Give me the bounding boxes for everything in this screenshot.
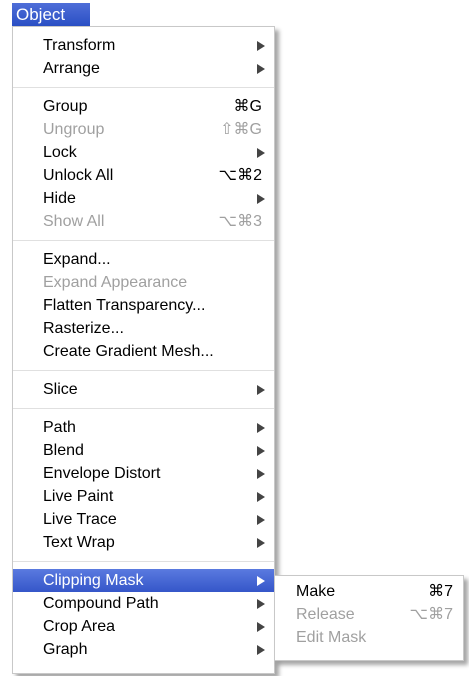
menu-item-show-all: Show All ⌥⌘3 <box>13 210 274 233</box>
menu-separator <box>13 240 274 241</box>
submenu-arrow-icon <box>257 599 265 609</box>
menu-item-label: Slice <box>43 381 78 398</box>
submenu-arrow-icon <box>257 148 265 158</box>
object-menu: Transform Arrange Group ⌘G Ungroup ⇧⌘G Lock Unl… <box>12 26 275 674</box>
submenu-arrow-icon <box>257 538 265 548</box>
menu-item-edit-mask: Edit Mask <box>275 626 463 649</box>
menu-item-expand[interactable]: Expand... <box>13 248 274 271</box>
submenu-arrow-icon <box>257 385 265 395</box>
menu-item-label: Clipping Mask <box>43 572 144 589</box>
menu-item-path[interactable]: Path <box>13 416 274 439</box>
menu-item-label: Hide <box>43 190 76 207</box>
menu-item-label: Transform <box>43 37 116 54</box>
menu-item-label: Graph <box>43 641 88 658</box>
submenu-arrow-icon <box>257 492 265 502</box>
menu-item-label: Text Wrap <box>43 534 115 551</box>
menu-item-create-gradient-mesh[interactable]: Create Gradient Mesh... <box>13 340 274 363</box>
menu-item-slice[interactable]: Slice <box>13 378 274 401</box>
menu-item-label: Unlock All <box>43 167 114 184</box>
shortcut-label: ⌥⌘3 <box>218 213 262 230</box>
menu-item-label: Compound Path <box>43 595 159 612</box>
menu-item-live-paint[interactable]: Live Paint <box>13 485 274 508</box>
shortcut-label: ⌘7 <box>428 583 453 600</box>
menu-item-label: Edit Mask <box>296 629 367 646</box>
menu-item-label: Live Paint <box>43 488 114 505</box>
submenu-arrow-icon <box>257 194 265 204</box>
menu-item-label: Create Gradient Mesh... <box>43 343 214 360</box>
menu-item-envelope-distort[interactable]: Envelope Distort <box>13 462 274 485</box>
menu-item-label: Envelope Distort <box>43 465 161 482</box>
menu-item-graph[interactable]: Graph <box>13 638 274 661</box>
menu-item-label: Lock <box>43 144 77 161</box>
menu-separator <box>13 408 274 409</box>
menu-separator <box>13 561 274 562</box>
submenu-arrow-icon <box>257 469 265 479</box>
menu-item-clipping-mask[interactable]: Clipping Mask <box>13 569 274 592</box>
menu-item-label: Path <box>43 419 76 436</box>
submenu-arrow-icon <box>257 64 265 74</box>
menu-item-crop-area[interactable]: Crop Area <box>13 615 274 638</box>
menu-item-label: Blend <box>43 442 84 459</box>
shortcut-label: ⌥⌘2 <box>218 167 262 184</box>
menu-item-live-trace[interactable]: Live Trace <box>13 508 274 531</box>
menu-item-lock[interactable]: Lock <box>13 141 274 164</box>
menu-item-label: Make <box>296 583 336 600</box>
menu-item-label: Flatten Transparency... <box>43 297 206 314</box>
menu-item-transform[interactable]: Transform <box>13 34 274 57</box>
menu-item-label: Arrange <box>43 60 100 77</box>
menu-item-label: Release <box>296 606 355 623</box>
shortcut-label: ⌥⌘7 <box>409 606 453 623</box>
menu-item-release: Release ⌥⌘7 <box>275 603 463 626</box>
shortcut-label: ⌘G <box>233 98 262 115</box>
menu-item-unlock-all[interactable]: Unlock All ⌥⌘2 <box>13 164 274 187</box>
submenu-arrow-icon <box>257 41 265 51</box>
submenu-arrow-icon <box>257 423 265 433</box>
object-menu-title[interactable]: Object <box>12 3 90 26</box>
menu-item-label: Live Trace <box>43 511 117 528</box>
submenu-arrow-icon <box>257 446 265 456</box>
menu-item-expand-appearance: Expand Appearance <box>13 271 274 294</box>
menu-item-label: Ungroup <box>43 121 105 138</box>
menu-item-label: Rasterize... <box>43 320 124 337</box>
menu-item-label: Crop Area <box>43 618 116 635</box>
menu-item-hide[interactable]: Hide <box>13 187 274 210</box>
menu-item-make[interactable]: Make ⌘7 <box>275 580 463 603</box>
menu-item-blend[interactable]: Blend <box>13 439 274 462</box>
menu-separator <box>13 87 274 88</box>
submenu-arrow-icon <box>257 622 265 632</box>
menu-item-text-wrap[interactable]: Text Wrap <box>13 531 274 554</box>
menu-separator <box>13 370 274 371</box>
menu-item-arrange[interactable]: Arrange <box>13 57 274 80</box>
menu-item-rasterize[interactable]: Rasterize... <box>13 317 274 340</box>
menu-item-label: Expand... <box>43 251 111 268</box>
submenu-arrow-icon <box>257 515 265 525</box>
menu-item-label: Show All <box>43 213 105 230</box>
clipping-mask-submenu: Make ⌘7 Release ⌥⌘7 Edit Mask <box>274 575 464 661</box>
menu-item-flatten-transparency[interactable]: Flatten Transparency... <box>13 294 274 317</box>
menu-item-label: Group <box>43 98 88 115</box>
submenu-arrow-icon <box>257 576 265 586</box>
menu-item-ungroup: Ungroup ⇧⌘G <box>13 118 274 141</box>
menu-item-compound-path[interactable]: Compound Path <box>13 592 274 615</box>
menu-item-group[interactable]: Group ⌘G <box>13 95 274 118</box>
shortcut-label: ⇧⌘G <box>220 121 262 138</box>
menu-item-label: Expand Appearance <box>43 274 188 291</box>
submenu-arrow-icon <box>257 645 265 655</box>
